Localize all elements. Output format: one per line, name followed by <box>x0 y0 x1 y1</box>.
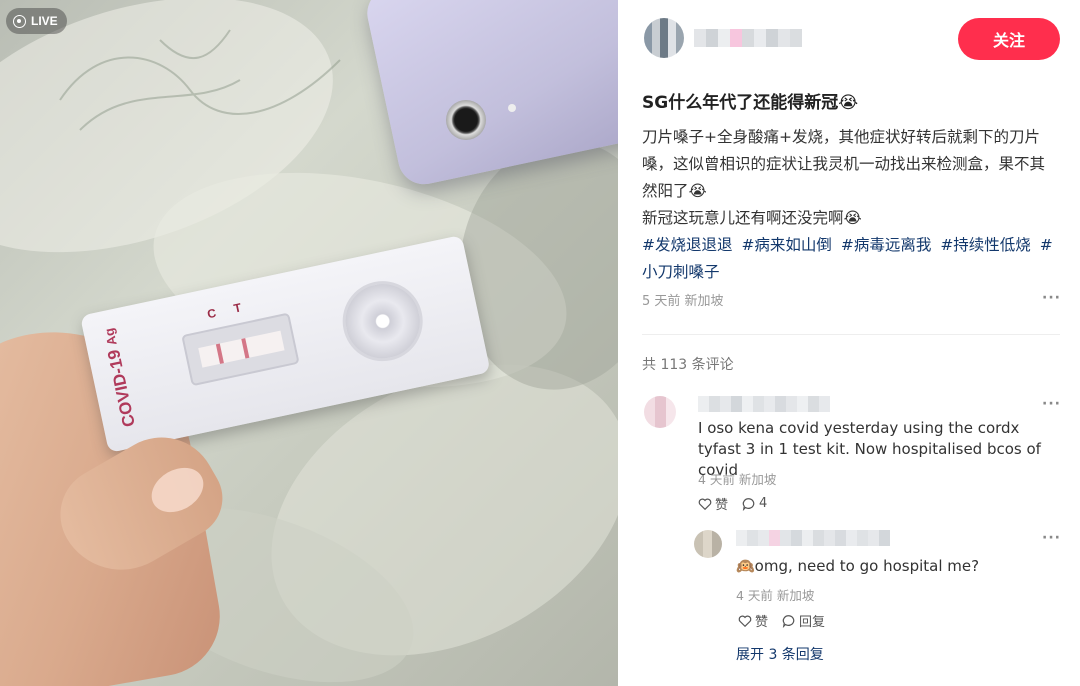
more-icon[interactable]: ··· <box>1042 396 1061 412</box>
more-icon[interactable]: ··· <box>1042 530 1061 546</box>
kit-strip <box>198 330 285 368</box>
follow-button[interactable]: 关注 <box>958 18 1060 60</box>
hashtag-link[interactable]: #发烧退退退 <box>642 236 733 254</box>
post-photo[interactable]: COVID-19 Ag C T LIVE <box>0 0 618 686</box>
kit-result-window <box>181 312 300 387</box>
post-tags: #发烧退退退 #病来如山倒 #病毒远离我 #持续性低烧 #小刀刺嗓子 <box>642 232 1060 286</box>
expand-replies-link[interactable]: 展开 3 条回复 <box>736 644 824 664</box>
kit-c-line <box>215 343 224 364</box>
heart-icon <box>698 497 712 510</box>
author-avatar[interactable] <box>644 18 684 58</box>
like-label: 赞 <box>715 498 729 513</box>
post-meta: 5 天前 新加坡 <box>642 294 724 309</box>
reply-avatar[interactable] <box>694 530 722 558</box>
more-icon[interactable]: ··· <box>1042 290 1061 306</box>
bedsheet-pattern <box>59 29 341 131</box>
reply-button[interactable]: 回复 <box>782 611 825 630</box>
kit-t-line <box>241 338 250 359</box>
reply-label: 回复 <box>799 615 826 630</box>
post-detail-panel: 关注 SG什么年代了还能得新冠😭 刀片嗓子+全身酸痛+发烧，其他症状好转后就剩下… <box>618 0 1080 686</box>
live-label: LIVE <box>31 14 58 28</box>
comment-avatar[interactable] <box>644 396 676 428</box>
like-label: 赞 <box>755 615 769 630</box>
hashtag-link[interactable]: #病来如山倒 <box>741 236 832 254</box>
tablet-flash <box>508 104 516 112</box>
kit-t-mark: T <box>232 300 243 316</box>
tablet-camera <box>446 100 486 140</box>
comment-meta: 4 天前 新加坡 <box>698 472 777 487</box>
comment-actions: 赞 4 <box>698 494 767 513</box>
live-badge[interactable]: LIVE <box>6 8 67 34</box>
reply-author-blurred[interactable] <box>736 530 890 546</box>
post-title: SG什么年代了还能得新冠😭 <box>642 93 859 113</box>
author-name-blurred[interactable] <box>694 29 802 47</box>
reply-count: 4 <box>759 496 768 511</box>
post-body-line: 新冠这玩意儿还有啊还没完啊😭 <box>642 209 862 227</box>
divider <box>642 334 1060 335</box>
comment-icon <box>742 497 755 511</box>
author-info[interactable] <box>644 18 802 58</box>
kit-c-mark: C <box>206 305 218 322</box>
reply-meta: 4 天前 新加坡 <box>736 588 815 603</box>
hashtag-link[interactable]: #病毒远离我 <box>841 236 932 254</box>
like-button[interactable]: 赞 <box>698 494 728 513</box>
reply-actions: 赞 回复 <box>738 611 825 630</box>
post-body-line: 刀片嗓子+全身酸痛+发烧，其他症状好转后就剩下的刀片嗓，这似曾相识的症状让我灵机… <box>642 128 1046 200</box>
like-button[interactable]: 赞 <box>738 611 768 630</box>
reply-text: 🙉omg, need to go hospital me? <box>736 557 980 575</box>
live-icon <box>13 14 26 28</box>
kit-sample-well <box>335 273 431 369</box>
hashtag-link[interactable]: #持续性低烧 <box>940 236 1031 254</box>
reply-button[interactable]: 4 <box>742 496 767 511</box>
comment-icon <box>782 614 795 628</box>
heart-icon <box>738 614 752 627</box>
kit-label: COVID-19 Ag <box>101 326 139 429</box>
post-body: 刀片嗓子+全身酸痛+发烧，其他症状好转后就剩下的刀片嗓，这似曾相识的症状让我灵机… <box>642 124 1060 286</box>
comment-author-blurred[interactable] <box>698 396 830 412</box>
comment-count: 共 113 条评论 <box>642 357 734 373</box>
